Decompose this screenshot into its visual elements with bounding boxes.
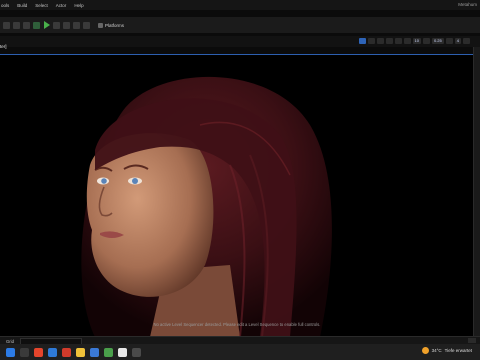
taskbar: 34°C Tiefe erwartet xyxy=(0,344,480,360)
platforms-button[interactable]: Platforms xyxy=(98,22,125,28)
opera-icon[interactable] xyxy=(34,347,43,357)
menu-item-help[interactable]: Help xyxy=(70,3,87,8)
app-green-icon[interactable] xyxy=(104,347,113,357)
unreal-engine-icon[interactable] xyxy=(118,347,127,357)
rotate-tool-icon[interactable] xyxy=(376,38,384,44)
app-gray-icon[interactable] xyxy=(132,347,141,357)
grid-label[interactable]: Grid xyxy=(6,339,14,344)
play-icon[interactable] xyxy=(44,21,50,29)
camera-speed-icon[interactable] xyxy=(445,38,453,44)
details-panel-edge[interactable] xyxy=(473,47,480,336)
layout-icon[interactable] xyxy=(463,38,470,44)
platforms-icon xyxy=(98,22,103,28)
search-icon[interactable] xyxy=(20,347,29,357)
stop-icon[interactable] xyxy=(63,21,70,29)
select-tool-icon[interactable] xyxy=(358,38,366,44)
source-control-icon[interactable] xyxy=(468,338,476,343)
weather-temp: 34°C xyxy=(431,348,442,353)
grid-snap-value[interactable]: 10 xyxy=(412,38,421,44)
eject-icon[interactable] xyxy=(73,21,80,29)
camera-speed-value[interactable]: 4 xyxy=(454,38,461,44)
world-space-icon[interactable] xyxy=(394,38,402,44)
right-iris xyxy=(132,178,138,184)
menu-item-actor[interactable]: Actor xyxy=(52,3,71,8)
move-tool-icon[interactable] xyxy=(367,38,375,44)
viewport-toolbar: 10 0.25 4 xyxy=(358,38,470,44)
level-viewport[interactable] xyxy=(0,54,474,337)
content-icon[interactable] xyxy=(13,21,20,29)
blueprint-icon[interactable] xyxy=(23,21,30,29)
mode-icon[interactable] xyxy=(3,21,10,29)
scale-snap-value[interactable]: 0.25 xyxy=(431,38,444,44)
edge-icon[interactable] xyxy=(48,347,57,357)
surface-snap-icon[interactable] xyxy=(403,38,411,44)
menu-item-select[interactable]: Select xyxy=(31,3,52,8)
app-red-icon[interactable] xyxy=(62,347,71,357)
left-iris xyxy=(101,178,107,184)
weather-desc: Tiefe erwartet xyxy=(444,348,472,353)
angle-snap-icon[interactable] xyxy=(422,38,430,44)
step-icon[interactable] xyxy=(53,21,60,29)
sequencer-message: No active Level Sequencer detected. Plea… xyxy=(153,322,321,327)
scale-tool-icon[interactable] xyxy=(385,38,393,44)
app-blue-icon[interactable] xyxy=(90,347,99,357)
menu-bar: ools Build Select Actor Help Metahum xyxy=(0,0,480,10)
more-options-icon[interactable] xyxy=(83,21,90,29)
system-tray: 34°C Tiefe erwartet xyxy=(421,347,472,354)
window-title: Metahum xyxy=(458,2,477,7)
menu-item-build[interactable]: Build xyxy=(13,3,31,8)
windows-start-icon[interactable] xyxy=(6,347,15,357)
file-explorer-icon[interactable] xyxy=(76,347,85,357)
main-toolbar: Platforms xyxy=(0,17,480,33)
character-render xyxy=(81,76,332,337)
menu-item-tools[interactable]: ools xyxy=(0,3,13,8)
viewport-breadcrumb: ter] xyxy=(0,44,7,49)
weather-icon xyxy=(421,347,429,354)
platforms-label: Platforms xyxy=(105,22,125,28)
cinematics-icon[interactable] xyxy=(33,21,40,29)
